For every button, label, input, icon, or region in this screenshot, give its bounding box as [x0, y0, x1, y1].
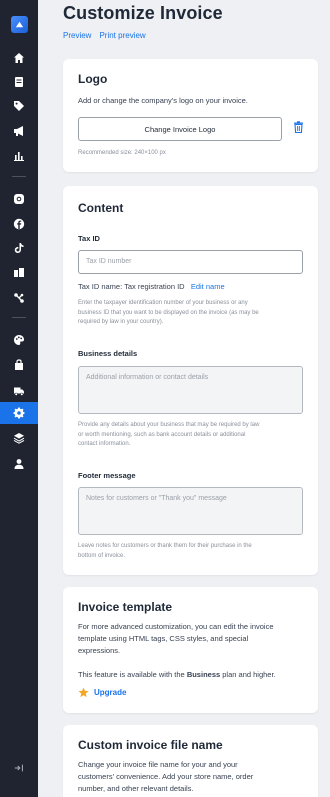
- content-card-title: Content: [78, 201, 124, 215]
- sidebar: [0, 0, 38, 797]
- footer-message-hint: Leave notes for customers or thank them …: [78, 543, 252, 559]
- custom-file-name-card: Custom invoice file name Change your inv…: [63, 725, 318, 797]
- instagram-icon[interactable]: [0, 188, 38, 210]
- logo-card: Logo Add or change the company's logo on…: [63, 59, 318, 172]
- logo-description: Add or change the company's logo on your…: [78, 96, 248, 105]
- home-icon[interactable]: [0, 47, 38, 69]
- upgrade-link[interactable]: Upgrade: [78, 687, 126, 698]
- custom-file-name-description: Change your invoice file name for your a…: [78, 760, 254, 793]
- integrations-icon[interactable]: [0, 287, 38, 309]
- edit-tax-id-name-link[interactable]: Edit name: [191, 282, 225, 291]
- invoice-template-description: For more advanced customization, you can…: [78, 622, 274, 655]
- custom-file-name-title: Custom invoice file name: [78, 738, 223, 752]
- delete-logo-icon[interactable]: [293, 121, 304, 133]
- content-card: Content Tax ID Tax ID number Tax ID name…: [63, 186, 318, 575]
- change-invoice-logo-button[interactable]: Change Invoice Logo: [78, 117, 282, 141]
- chart-icon[interactable]: [0, 145, 38, 167]
- collapse-sidebar-icon[interactable]: [0, 759, 38, 777]
- plan-note: This feature is available with the Busin…: [78, 670, 276, 679]
- tax-id-name-row: Tax ID name: Tax registration ID Edit na…: [78, 281, 225, 293]
- tax-id-label: Tax ID: [78, 234, 100, 243]
- business-details-textarea[interactable]: Additional information or contact detail…: [78, 366, 303, 414]
- logo-card-title: Logo: [78, 72, 108, 86]
- palette-icon[interactable]: [0, 329, 38, 351]
- tax-id-input[interactable]: Tax ID number: [78, 250, 303, 274]
- business-details-hint: Provide any details about your business …: [78, 422, 260, 447]
- tag-icon[interactable]: [0, 95, 38, 117]
- logo-size-hint: Recommended size: 240×100 px: [78, 150, 166, 156]
- page-title: Customize Invoice: [63, 3, 223, 23]
- business-details-label: Business details: [78, 349, 138, 358]
- print-preview-link[interactable]: Print preview: [99, 31, 145, 40]
- facebook-icon[interactable]: [0, 213, 38, 235]
- orders-icon[interactable]: [0, 71, 38, 93]
- catalog-icon[interactable]: [0, 262, 38, 284]
- preview-link[interactable]: Preview: [63, 31, 91, 40]
- user-icon[interactable]: [0, 453, 38, 475]
- megaphone-icon[interactable]: [0, 120, 38, 142]
- layers-icon[interactable]: [0, 427, 38, 449]
- main-content: Customize Invoice Preview Print preview L…: [38, 0, 330, 797]
- invoice-template-card: Invoice template For more advanced custo…: [63, 587, 318, 713]
- store-icon[interactable]: [0, 354, 38, 376]
- star-icon: [78, 687, 89, 698]
- tiktok-icon[interactable]: [0, 237, 38, 259]
- gear-icon[interactable]: [0, 402, 38, 424]
- tax-id-name-text: Tax ID name: Tax registration ID: [78, 282, 185, 291]
- app-logo-icon[interactable]: [11, 16, 28, 33]
- tax-id-hint: Enter the taxpayer identification number…: [78, 300, 259, 325]
- sidebar-divider: [12, 176, 26, 177]
- footer-message-label: Footer message: [78, 471, 136, 480]
- invoice-template-title: Invoice template: [78, 600, 173, 614]
- sidebar-divider: [12, 317, 26, 318]
- truck-icon[interactable]: [0, 380, 38, 402]
- footer-message-textarea[interactable]: Notes for customers or "Thank you" messa…: [78, 487, 303, 535]
- preview-links: Preview Print preview: [63, 31, 154, 40]
